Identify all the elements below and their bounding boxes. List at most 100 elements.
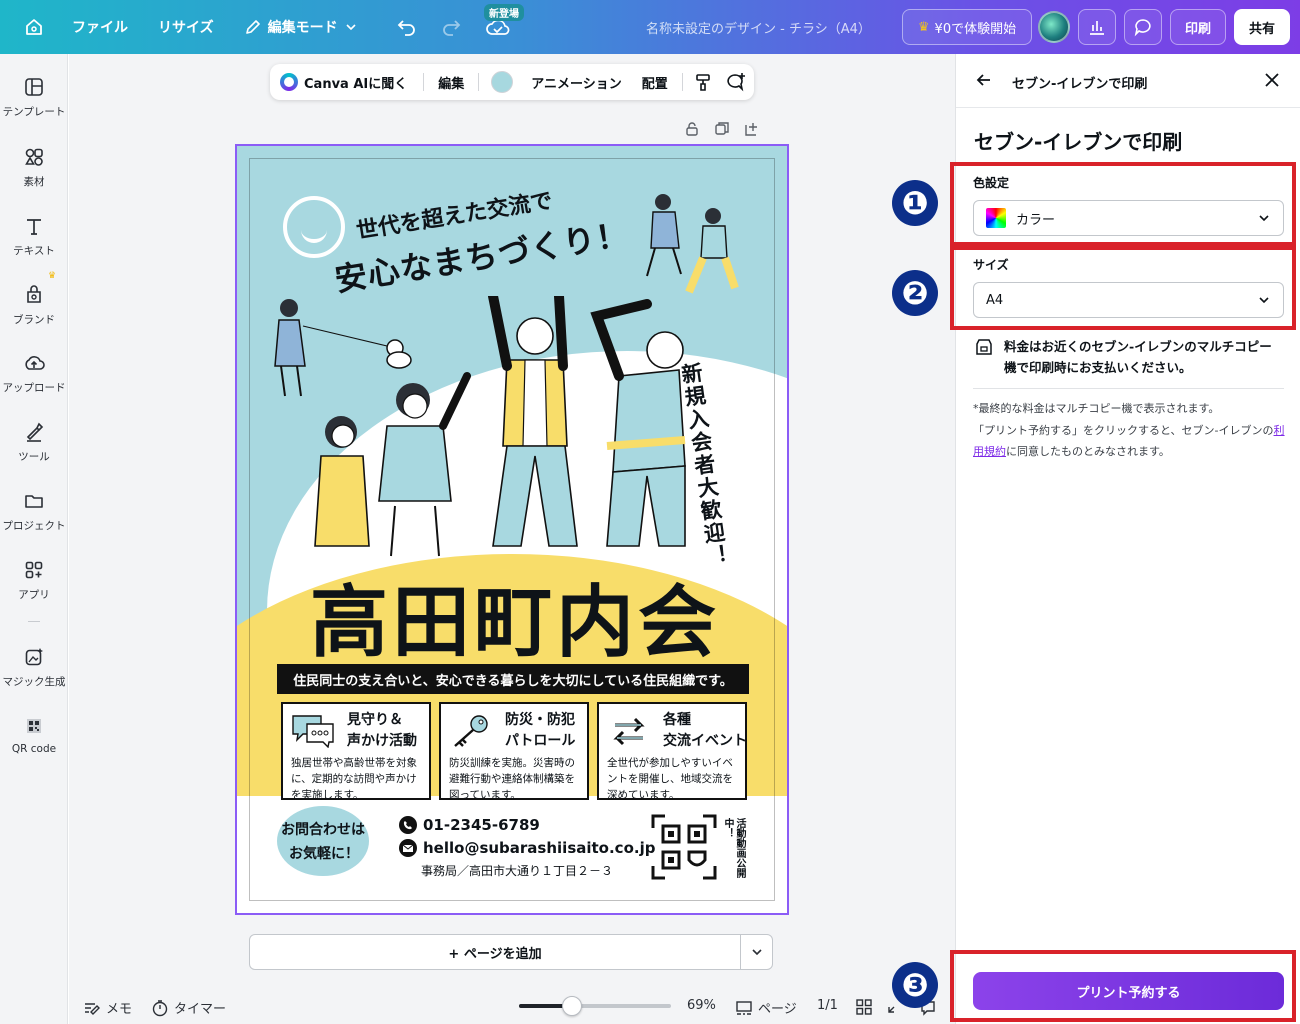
feature-desc: 独居世帯や高齢世帯を対象に、定期的な訪問や声かけを実施します。 [291,757,417,801]
home-button[interactable] [18,11,50,43]
template-icon [25,78,43,96]
lock-icon[interactable] [684,121,700,137]
share-button[interactable]: 共有 [1234,9,1290,45]
annotation-number-2: ❷ [892,270,938,316]
animation-button[interactable]: アニメーション [531,73,621,92]
sidebar-item-text[interactable]: テキスト [0,215,68,258]
qr-code-icon[interactable] [651,814,717,880]
feature-box-events[interactable]: 各種 交流イベント 全世代が参加しやすいイベントを開催し、地域交流を深めています… [597,702,747,801]
sidebar-item-template[interactable]: テンプレート [0,76,68,119]
phone-number: 01-2345-6789 [423,816,540,834]
timer-icon [152,999,168,1016]
zoom-slider-thumb[interactable] [562,996,583,1016]
sidebar-item-magic[interactable]: マジック生成 [0,646,68,689]
sidebar-item-qr-code[interactable]: QR code [0,715,68,755]
annotation-number-3: ❸ [892,962,938,1008]
flyer-banner[interactable]: 住民同士の支え合いと、安心できる暮らしを大切にしている住民組織です。 [277,664,749,694]
free-trial-label: ¥0で体験開始 [934,21,1017,37]
notes-button[interactable]: メモ [83,998,132,1017]
sidebar-item-upload[interactable]: アップロード [0,352,68,395]
pages-button[interactable]: ページ [735,998,797,1017]
flyer-page[interactable]: 世代を超えた交流で 安心なまちづくり！ 新規入会者大歓迎！ 高田町内会 住民同士… [235,144,789,915]
comments-button[interactable] [1124,9,1162,45]
undo-button[interactable] [396,17,418,37]
edit-mode-label: 編集モード [267,20,338,36]
insights-button[interactable] [1078,9,1116,45]
print-button[interactable]: 印刷 [1170,9,1226,45]
bar-chart-icon [1090,21,1104,35]
annotation-number-1: ❶ [892,180,938,226]
ask-ai-label: Canva AIに聞く [304,76,408,92]
running-kids-illustration [646,194,739,294]
key-icon [454,715,488,747]
flyer-title[interactable]: 高田町内会 [285,560,745,672]
sidebar-label: 素材 [23,176,45,188]
duplicate-icon[interactable] [714,121,730,137]
feature-desc: 全世代が参加しやすいイベントを開催し、地域交流を深めています。 [607,757,733,801]
annotation-box-1 [950,162,1296,246]
flyer-phone[interactable]: 01-2345-6789 [399,816,540,834]
ask-canva-ai-button[interactable]: Canva AIに聞く [280,73,407,92]
edit-button[interactable]: 編集 [438,73,464,92]
menu-resize[interactable]: リサイズ [158,17,214,37]
annotation-box-3 [950,950,1296,1022]
free-trial-button[interactable]: ♛ ¥0で体験開始 [902,9,1032,45]
edit-mode-dropdown[interactable]: 編集モード [244,17,358,37]
design-title[interactable]: 名称未設定のデザイン - チラシ（A4） [646,18,871,37]
store-icon [976,339,992,355]
format-painter-button[interactable] [693,72,713,92]
left-sidebar: テンプレート 素材 テキスト ♛ ブランド アップロード ツール プロジェクト … [0,54,68,1024]
sidebar-item-brand[interactable]: ブランド [0,284,68,327]
back-arrow-icon[interactable] [974,70,994,90]
sidebar-item-projects[interactable]: プロジェクト [0,490,68,533]
menu-file[interactable]: ファイル [72,17,128,37]
flyer-email[interactable]: hello@subarashiisaito.co.jp [399,839,655,857]
feature-title: 防災・防犯 [505,712,575,728]
qr-note: 活動動画公開中！ [722,818,745,878]
speech-bubble-icon [292,715,334,748]
close-icon[interactable] [1262,70,1282,90]
add-page-options-button[interactable] [740,935,772,969]
fill-color-swatch[interactable] [491,71,514,93]
flyer-address[interactable]: 事務局／高田市大通り１丁目２－３ [421,862,613,879]
sidebar-item-apps[interactable]: アプリ [0,559,68,602]
user-avatar[interactable] [1038,11,1070,43]
zoom-slider[interactable] [519,996,671,1016]
context-toolbar: Canva AIに聞く 編集 アニメーション 配置 [270,64,754,100]
people-illustration[interactable] [267,296,687,566]
position-button[interactable]: 配置 [642,73,668,92]
timer-label: タイマー [174,1002,227,1017]
pencil-icon [245,20,260,34]
mail-icon [399,839,417,857]
crown-icon: ♛ [48,271,57,281]
contact-title-line1: お問合わせは [281,822,365,838]
apps-icon [25,561,43,579]
feature-box-patrol[interactable]: 防災・防犯 パトロール 防災訓練を実施。災害時の避難行動や連絡体制構築を図ってい… [439,702,589,801]
paint-roller-icon [695,74,710,91]
fee-info-text: 料金はお近くのセブン-イレブンのマルチコピー機で印刷時にお支払いください。 [1004,339,1272,375]
add-page-button[interactable]: + ページを追加 [250,943,740,962]
add-page-icon[interactable] [744,121,760,137]
page-count: 1/1 [817,998,838,1013]
terms-note-post: に同意したものとみなされます。 [1006,445,1170,458]
panel-divider [973,388,1284,389]
sidebar-label: プロジェクト [2,520,66,532]
timer-button[interactable]: タイマー [151,998,226,1017]
notes-icon [85,1002,100,1015]
text-icon [27,219,41,235]
sidebar-item-elements[interactable]: 素材 [0,146,68,189]
grid-view-button[interactable] [855,998,873,1016]
feature-title: 声かけ活動 [347,733,417,749]
feature-title: 交流イベント [663,733,747,749]
zoom-level[interactable]: 69% [687,998,716,1013]
feature-title: 各種 [663,712,691,728]
contact-title[interactable]: お問合わせは お気軽に！ [281,818,365,866]
canva-ai-icon [280,73,298,91]
add-comment-button[interactable] [725,72,747,92]
sidebar-item-tools[interactable]: ツール [0,421,68,464]
feature-box-watch[interactable]: 見守り＆ 声かけ活動 独居世帯や高齢世帯を対象に、定期的な訪問や声かけを実施しま… [281,702,431,801]
redo-button[interactable] [440,17,462,37]
tools-icon [26,422,44,442]
panel-header-title: セブン-イレブンで印刷 [1012,77,1148,92]
sidebar-label: QR code [11,743,57,755]
